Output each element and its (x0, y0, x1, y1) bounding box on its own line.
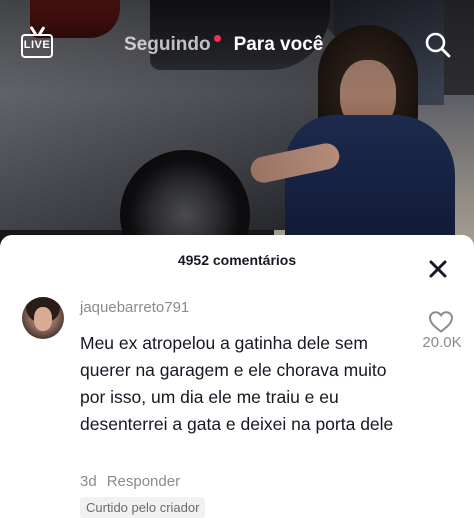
search-button[interactable] (424, 31, 452, 59)
comment-time: 3d (80, 473, 97, 490)
tab-following[interactable]: Seguindo (124, 34, 211, 56)
comment-username[interactable]: jaquebarreto791 (80, 299, 189, 316)
avatar-face (34, 307, 52, 331)
reply-button[interactable]: Responder (107, 473, 180, 490)
tab-for-you[interactable]: Para você (234, 34, 324, 56)
person-body (285, 115, 455, 250)
comment-text: Meu ex atropelou a gatinha dele sem quer… (80, 333, 394, 434)
like-count: 20.0K (422, 334, 462, 351)
close-icon (429, 260, 447, 278)
heart-icon (428, 311, 454, 333)
top-navigation: LIVE Seguindo Para você (0, 0, 474, 95)
live-button[interactable]: LIVE (20, 24, 58, 62)
comments-sheet: 4952 comentários jaquebarreto791 Meu ex … (0, 235, 474, 518)
live-label: LIVE (23, 39, 51, 51)
notification-dot (213, 34, 221, 42)
liked-by-creator-badge: Curtido pelo criador (80, 497, 206, 518)
feed-tabs: Seguindo Para você (124, 32, 323, 58)
search-icon (425, 32, 451, 58)
comment-meta: 3d Responder (80, 473, 180, 490)
avatar[interactable] (22, 297, 64, 339)
close-button[interactable] (426, 257, 450, 281)
comments-count-title: 4952 comentários (177, 252, 297, 268)
like-button[interactable] (428, 310, 454, 334)
